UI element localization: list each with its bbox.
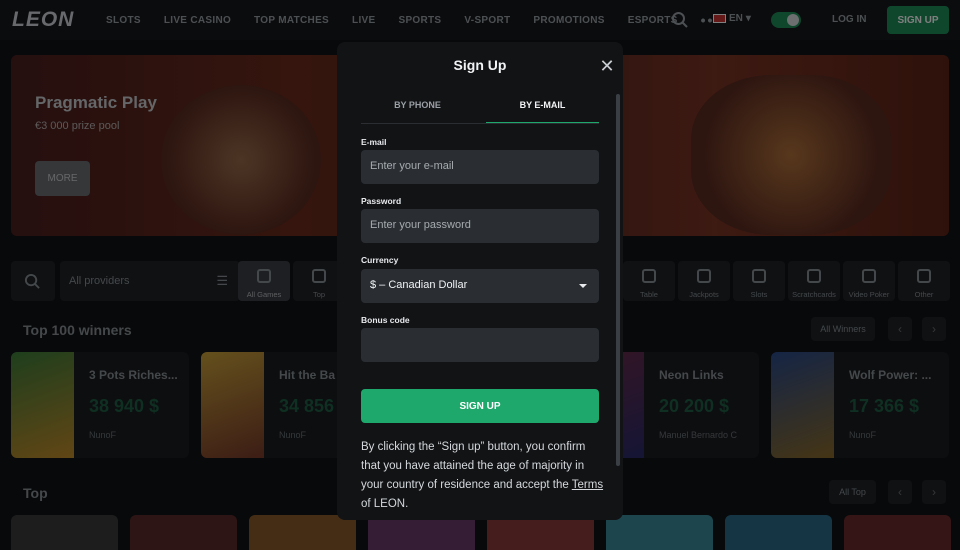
terms-notice: By clicking the “Sign up” button, you co… bbox=[361, 438, 606, 514]
terms-link[interactable]: Terms bbox=[572, 479, 603, 491]
bonus-code-field[interactable] bbox=[361, 328, 599, 362]
chevron-down-icon bbox=[579, 284, 587, 288]
signup-modal: Sign Up ✕ BY PHONE BY E-MAIL E-mail Ente… bbox=[337, 42, 623, 520]
close-icon[interactable]: ✕ bbox=[599, 57, 615, 75]
bonus-code-label: Bonus code bbox=[361, 315, 410, 325]
tab-divider bbox=[361, 123, 599, 124]
tab-by-email[interactable]: BY E-MAIL bbox=[486, 100, 599, 124]
modal-title: Sign Up bbox=[453, 57, 507, 73]
terms-text: By clicking the “Sign up” button, you co… bbox=[361, 441, 586, 491]
signup-submit-button[interactable]: SIGN UP bbox=[361, 389, 599, 423]
password-label: Password bbox=[361, 196, 402, 206]
currency-label: Currency bbox=[361, 255, 399, 265]
email-field[interactable]: Enter your e-mail bbox=[361, 150, 599, 184]
currency-value: $ – Canadian Dollar bbox=[370, 279, 468, 291]
modal-scrollbar[interactable] bbox=[616, 94, 620, 466]
tab-by-phone[interactable]: BY PHONE bbox=[361, 100, 474, 124]
password-field[interactable]: Enter your password bbox=[361, 209, 599, 243]
terms-end: of LEON. bbox=[361, 498, 409, 510]
email-label: E-mail bbox=[361, 137, 387, 147]
currency-select[interactable]: $ – Canadian Dollar bbox=[361, 269, 599, 303]
